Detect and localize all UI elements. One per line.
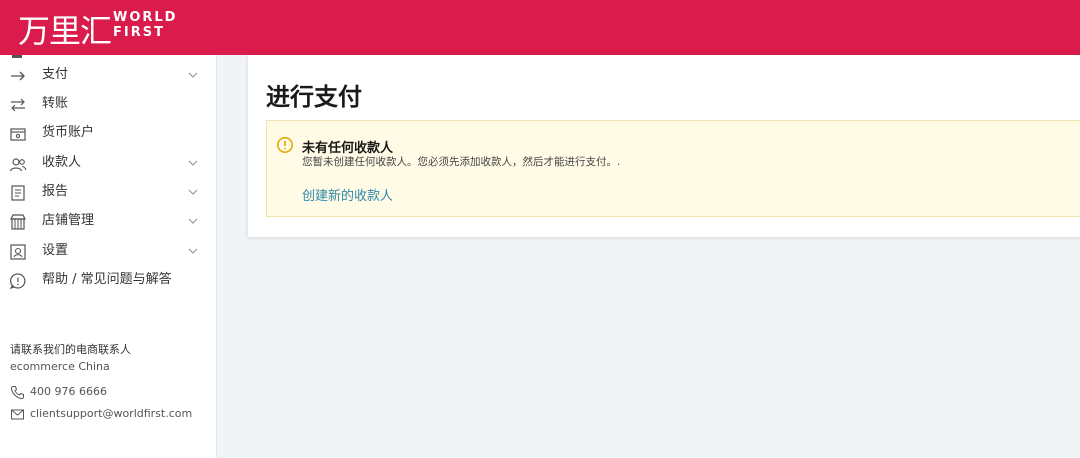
chevron-down-icon xyxy=(187,69,199,81)
sidebar-item-settings[interactable]: 设置 xyxy=(0,238,216,266)
help-icon xyxy=(9,272,27,290)
sidebar-item-transfer[interactable]: 转账 xyxy=(0,91,216,119)
sidebar-item-payment[interactable]: 支付 xyxy=(0,62,216,90)
sidebar-item-label: 支付 xyxy=(42,67,69,82)
settings-icon xyxy=(9,243,27,261)
chevron-down-icon xyxy=(187,186,199,198)
payment-card: 进行支付 未有任何收款人 您暂未创建任何收款人。您必须先添加收款人，然后才能进行… xyxy=(248,55,1080,237)
create-payee-link[interactable]: 创建新的收款人 xyxy=(302,185,393,204)
store-icon xyxy=(9,213,27,231)
logo-en-line1: WORLD xyxy=(113,10,178,25)
mail-icon xyxy=(10,407,25,422)
contact-title: 请联系我们的电商联系人 xyxy=(10,343,131,356)
sidebar-item-payees[interactable]: 收款人 xyxy=(0,150,216,178)
sidebar-item-store-management[interactable]: 店铺管理 xyxy=(0,208,216,236)
contact-phone-text: 400 976 6666 xyxy=(30,385,107,398)
chevron-down-icon xyxy=(187,157,199,169)
logo-text-en[interactable]: WORLD FIRST xyxy=(113,10,177,40)
top-bar: 万里汇 WORLD FIRST xyxy=(0,0,1080,55)
contact-subtitle: ecommerce China xyxy=(10,360,110,373)
sidebar-item-label: 设置 xyxy=(42,243,69,258)
no-payee-alert: 未有任何收款人 您暂未创建任何收款人。您必须先添加收款人，然后才能进行支付。. … xyxy=(266,120,1080,217)
sidebar-item-label: 报告 xyxy=(42,184,69,199)
sidebar-item-label: 收款人 xyxy=(42,155,82,170)
sidebar-item-label: 转账 xyxy=(42,96,69,111)
sidebar-item-reports[interactable]: 报告 xyxy=(0,179,216,207)
sidebar-item-label: 帮助 / 常见问题与解答 xyxy=(42,272,172,287)
phone-icon xyxy=(10,385,25,400)
partial-nav-icon xyxy=(12,55,22,58)
sidebar-item-label: 店铺管理 xyxy=(42,213,95,228)
transfer-icon xyxy=(9,96,27,114)
chevron-down-icon xyxy=(187,245,199,257)
report-icon xyxy=(9,184,27,202)
alert-description: 您暂未创建任何收款人。您必须先添加收款人，然后才能进行支付。. xyxy=(302,156,621,168)
sidebar-item-help[interactable]: 帮助 / 常见问题与解答 xyxy=(0,267,216,295)
contact-email-text: clientsupport@worldfirst.com xyxy=(30,407,193,420)
arrow-right-icon xyxy=(9,67,27,85)
page-title: 进行支付 xyxy=(266,83,362,111)
chevron-down-icon xyxy=(187,215,199,227)
sidebar-item-currency-accounts[interactable]: 货币账户 xyxy=(0,120,216,148)
sidebar: 支付 转账 货币账户 收款人 报告 店铺管理 设置 帮助 / 常见问题与解答 请… xyxy=(0,55,217,458)
wallet-icon xyxy=(9,125,27,143)
logo-en-line2: FIRST xyxy=(113,25,165,40)
sidebar-item-label: 货币账户 xyxy=(42,125,95,140)
warning-icon xyxy=(276,136,294,154)
users-icon xyxy=(9,155,27,173)
logo-text-cn[interactable]: 万里汇 xyxy=(18,6,112,52)
